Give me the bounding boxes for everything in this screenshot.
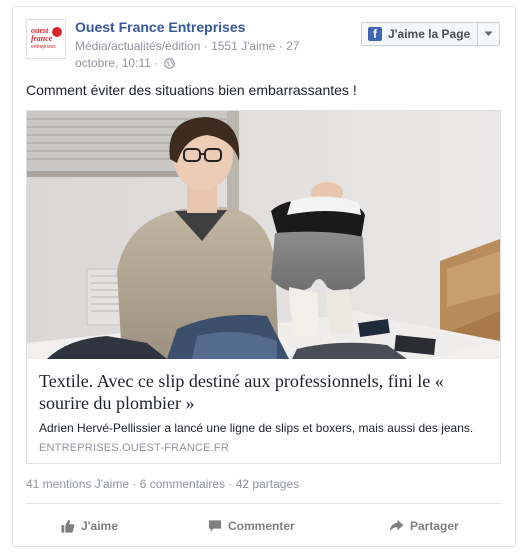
comment-icon: [208, 520, 222, 532]
page-name-link[interactable]: Ouest France Entreprises: [75, 19, 245, 35]
article-photo[interactable]: [27, 111, 500, 359]
like-page-button[interactable]: f J'aime la Page: [362, 23, 477, 45]
share-button[interactable]: Partager: [389, 515, 459, 537]
like-label: J'aime: [81, 519, 118, 533]
stats-separator: ·: [225, 477, 236, 491]
link-description: Adrien Hervé-Pellissier a lancé une lign…: [39, 421, 474, 435]
shares-count[interactable]: 42 partages: [236, 477, 299, 491]
link-domain: ENTREPRISES.OUEST-FRANCE.FR: [39, 442, 229, 454]
facebook-icon: f: [368, 27, 382, 41]
svg-text:france: france: [31, 34, 53, 43]
like-page-label: J'aime la Page: [388, 27, 471, 41]
post-card: ouest france entreprises Ouest France En…: [12, 6, 516, 547]
like-page-dropdown[interactable]: [477, 23, 499, 45]
ouest-france-logo: ouest france entreprises: [27, 20, 65, 58]
thumbs-up-icon: [61, 519, 75, 533]
svg-text:entreprises: entreprises: [31, 44, 56, 50]
share-icon: [389, 519, 404, 532]
stats-separator: ·: [129, 477, 140, 491]
divider: [26, 503, 501, 504]
like-page-button-group: f J'aime la Page: [361, 22, 501, 46]
globe-icon[interactable]: [163, 57, 175, 74]
post-meta: Média/actualités/édition · 1551 J'aime ·…: [75, 38, 345, 74]
comments-count[interactable]: 6 commentaires: [140, 477, 225, 491]
post-meta-text: Média/actualités/édition · 1551 J'aime ·…: [75, 39, 300, 70]
link-title[interactable]: Textile. Avec ce slip destiné aux profes…: [39, 370, 489, 414]
post-message: Comment éviter des situations bien embar…: [26, 82, 357, 98]
likes-count[interactable]: 41 mentions J'aime: [26, 477, 129, 491]
share-label: Partager: [410, 519, 459, 533]
post-stats: 41 mentions J'aime · 6 commentaires · 42…: [26, 477, 299, 491]
chevron-down-icon: [484, 31, 493, 36]
link-preview[interactable]: Textile. Avec ce slip destiné aux profes…: [26, 110, 501, 464]
like-button[interactable]: J'aime: [61, 515, 118, 537]
comment-label: Commenter: [228, 519, 295, 533]
page-avatar[interactable]: ouest france entreprises: [26, 19, 66, 59]
comment-button[interactable]: Commenter: [208, 515, 295, 537]
